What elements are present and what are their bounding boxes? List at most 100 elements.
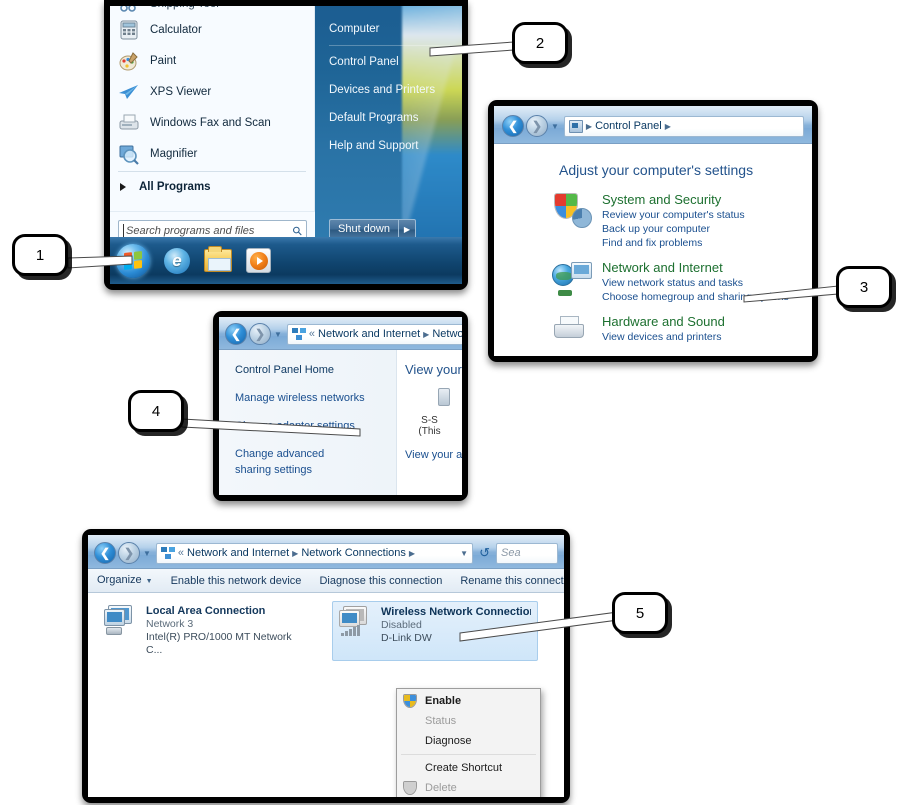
- forward-arrow-icon[interactable]: ❯: [526, 115, 548, 137]
- search-placeholder: Search programs and files: [126, 224, 255, 237]
- uac-shield-icon-gray: [403, 781, 417, 795]
- nsc-titlebar: ❮ ❯ ▼ « Network and Internet ▶ Network: [219, 317, 462, 350]
- organize-button[interactable]: Organize ▼: [88, 568, 162, 594]
- breadcrumb-item[interactable]: Network and Internet: [318, 328, 420, 340]
- breadcrumb-prefix: «: [308, 328, 316, 340]
- category-hardware-and-sound: Hardware and Sound View devices and prin…: [494, 314, 812, 356]
- start-menu-item-label: Calculator: [150, 23, 202, 36]
- back-arrow-icon[interactable]: ❮: [225, 323, 247, 345]
- callout-bubble: 3: [836, 266, 892, 308]
- category-link[interactable]: Find and fix problems: [602, 236, 745, 250]
- start-menu-item-xps-viewer[interactable]: XPS Viewer: [110, 76, 314, 107]
- start-menu-link-computer[interactable]: Computer: [315, 15, 462, 43]
- context-menu-item-create-shortcut[interactable]: Create Shortcut: [397, 758, 540, 778]
- start-menu-link-help-and-support[interactable]: Help and Support: [315, 132, 462, 160]
- search-input[interactable]: Sea: [496, 542, 558, 564]
- start-menu-all-programs[interactable]: All Programs: [110, 174, 314, 200]
- internet-explorer-icon[interactable]: e: [164, 247, 190, 274]
- connection-item-local-area-connection[interactable]: Local Area Connection Network 3 Intel(R)…: [98, 601, 304, 661]
- nsc-view-active-networks[interactable]: View your act: [397, 449, 462, 461]
- start-menu-item-windows-fax-and-scan[interactable]: Windows Fax and Scan: [110, 107, 314, 138]
- windows-start-orb-icon[interactable]: [116, 243, 150, 278]
- category-link[interactable]: View devices and printers: [602, 330, 725, 344]
- refresh-icon[interactable]: ↺: [476, 545, 493, 561]
- category-title[interactable]: Hardware and Sound: [602, 314, 725, 329]
- start-menu-link-default-programs[interactable]: Default Programs: [315, 104, 462, 132]
- start-menu-link-devices-and-printers[interactable]: Devices and Printers: [315, 76, 462, 104]
- start-menu-item-snipping-tool[interactable]: Snipping Tool: [110, 6, 314, 14]
- category-link[interactable]: Choose homegroup and sharing options: [602, 290, 789, 304]
- sidebar-item-change-adapter-settings[interactable]: Change adapter settings: [219, 418, 396, 434]
- start-menu-item-paint[interactable]: Paint: [110, 45, 314, 76]
- menu-item-label: Delete: [425, 782, 457, 794]
- breadcrumb-separator: ▶: [585, 121, 593, 131]
- printer-icon: [552, 314, 592, 350]
- connection-item-wireless-network-connection[interactable]: Wireless Network Connection Disabled D-L…: [332, 601, 538, 661]
- chevron-down-icon[interactable]: ▼: [274, 330, 282, 339]
- text-caret: [123, 224, 124, 237]
- category-link[interactable]: Back up your computer: [602, 222, 745, 236]
- menu-item-label: Diagnose: [425, 735, 472, 747]
- sidebar-item-change-advanced-sharing-settings[interactable]: Change advanced sharing settings: [219, 446, 337, 478]
- callout-number: 3: [859, 278, 869, 296]
- sidebar-item-control-panel-home[interactable]: Control Panel Home: [219, 362, 396, 378]
- connection-status: Disabled: [381, 619, 422, 631]
- address-bar[interactable]: « Network and Internet ▶ Network Connect…: [155, 542, 474, 564]
- back-arrow-icon[interactable]: ❮: [94, 542, 116, 564]
- address-bar[interactable]: ▶ Control Panel ▶: [563, 115, 804, 137]
- address-dropdown-icon[interactable]: ▼: [460, 549, 468, 558]
- menu-icon-placeholder: [403, 714, 417, 728]
- network-icon: [291, 327, 306, 341]
- windows-media-player-icon[interactable]: [246, 248, 271, 273]
- breadcrumb-item[interactable]: Network and Internet: [187, 547, 289, 559]
- context-menu-item-enable[interactable]: Enable: [397, 691, 540, 711]
- callout-3: 3: [836, 266, 892, 308]
- context-menu-item-diagnose[interactable]: Diagnose: [397, 731, 540, 751]
- callout-bubble: 4: [128, 390, 184, 432]
- uac-shield-icon: [403, 694, 417, 708]
- breadcrumb-separator: ▶: [408, 548, 416, 558]
- control-panel-content: Adjust your computer's settings System a…: [494, 144, 812, 356]
- nsc-main-pane: View your S-S (This View your act: [397, 350, 462, 495]
- chevron-down-icon[interactable]: ▼: [143, 549, 151, 558]
- category-link-view-network-status[interactable]: View network status and tasks: [602, 276, 789, 290]
- start-menu-item-calculator[interactable]: Calculator: [110, 14, 314, 45]
- breadcrumb-separator: ▶: [292, 548, 299, 558]
- start-menu-item-label: Paint: [150, 54, 177, 67]
- forward-arrow-icon[interactable]: ❯: [249, 323, 271, 345]
- start-menu-item-magnifier[interactable]: Magnifier: [110, 138, 314, 169]
- calculator-icon: [118, 19, 140, 41]
- network-connections-window: ❮ ❯ ▼ « Network and Internet ▶ Network C…: [82, 529, 570, 803]
- start-menu-right-pane: Computer Control Panel Devices and Print…: [315, 6, 462, 249]
- category-title[interactable]: Network and Internet: [602, 260, 789, 275]
- address-bar[interactable]: « Network and Internet ▶ Network: [286, 323, 462, 345]
- breadcrumb-item[interactable]: Network: [432, 328, 462, 340]
- breadcrumb-item[interactable]: Control Panel: [595, 120, 662, 132]
- windows-explorer-folder-icon[interactable]: [204, 246, 232, 272]
- diagnose-this-connection-button[interactable]: Diagnose this connection: [310, 569, 451, 593]
- rename-this-connection-button[interactable]: Rename this connection: [451, 569, 564, 593]
- control-panel-icon: [568, 119, 583, 133]
- callout-1: 1: [12, 234, 68, 276]
- forward-arrow-icon[interactable]: ❯: [118, 542, 140, 564]
- chevron-down-icon: ▼: [145, 577, 153, 585]
- menu-icon-placeholder: [403, 761, 417, 775]
- category-link[interactable]: Review your computer's status: [602, 208, 745, 222]
- enable-this-network-device-button[interactable]: Enable this network device: [162, 569, 311, 593]
- sidebar-item-manage-wireless-networks[interactable]: Manage wireless networks: [219, 390, 396, 406]
- context-menu-item-delete: Delete: [397, 778, 540, 797]
- menu-item-label: Create Shortcut: [425, 762, 503, 774]
- start-menu-link-control-panel[interactable]: Control Panel: [315, 48, 462, 76]
- back-arrow-icon[interactable]: ❮: [502, 115, 524, 137]
- context-menu-item-status: Status: [397, 711, 540, 731]
- magnifier-icon: [118, 143, 140, 165]
- nc-titlebar: ❮ ❯ ▼ « Network and Internet ▶ Network C…: [88, 535, 564, 569]
- breadcrumb-separator: ▶: [423, 329, 430, 339]
- button-label: Organize: [97, 573, 142, 586]
- breadcrumb-item[interactable]: Network Connections: [301, 547, 406, 559]
- chevron-down-icon[interactable]: ▼: [551, 122, 559, 131]
- screenshot-stage: Snipping Tool Calculator P: [0, 0, 902, 805]
- callout-bubble: 1: [12, 234, 68, 276]
- category-title[interactable]: System and Security: [602, 192, 745, 207]
- breadcrumb-prefix: «: [177, 547, 185, 559]
